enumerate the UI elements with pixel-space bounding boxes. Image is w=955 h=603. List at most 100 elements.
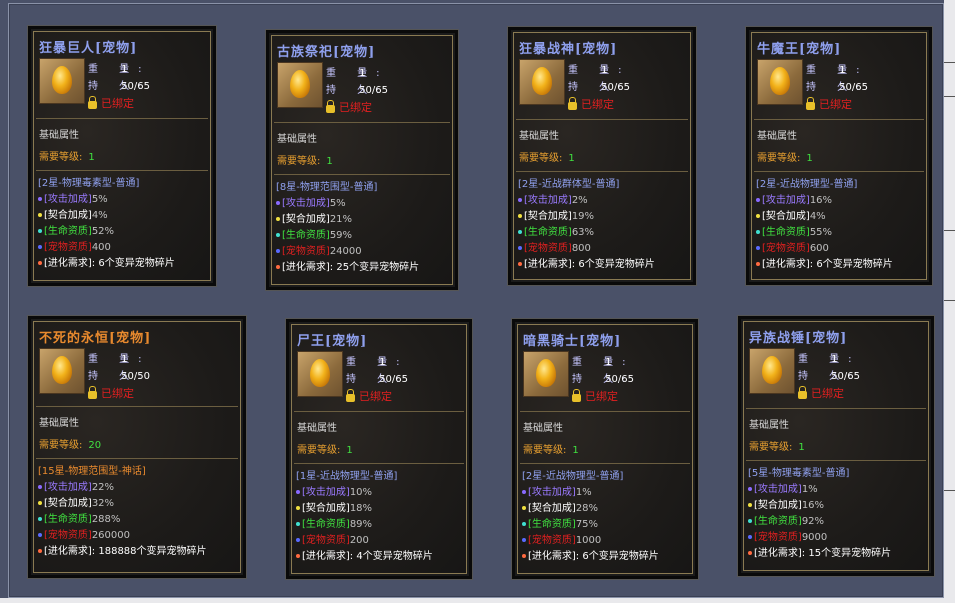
lock-icon — [806, 97, 815, 110]
lock-icon — [346, 389, 355, 402]
weight-value: 1 — [605, 357, 612, 368]
pet-type: [2星-近战物理型-普通] — [522, 471, 624, 482]
evolution-requirement: [进化需求]: 6个变异宠物碎片 — [38, 256, 175, 272]
durability-value: 50/65 — [601, 82, 631, 93]
pet-aptitude: [宠物资质]9000 — [748, 530, 891, 546]
item-stats: 重 量: 1 持 久: 50/65 已绑定 — [326, 65, 456, 116]
card-body: 古族祭祀[宠物] 重 量: 1 持 久: 50/65 已绑定 基础属性 需要等级… — [271, 35, 453, 285]
life-aptitude: [生命资质]89% — [296, 517, 433, 533]
attack-bonus: [攻击加成]5% — [38, 192, 175, 208]
durability-value: 50/65 — [379, 374, 409, 385]
divider — [754, 171, 924, 172]
card-body: 狂暴战神[宠物] 重 量: 1 持 久: 50/65 已绑定 基础属性 需要等级… — [513, 32, 691, 280]
divider — [36, 170, 208, 171]
attribute-list: [2星-近战物理型-普通] [攻击加成]1% [契合加成]28% [生命资质]7… — [522, 469, 659, 565]
base-attr-label: 基础属性 — [757, 131, 797, 142]
evolution-requirement: [进化需求]: 6个变异宠物碎片 — [522, 549, 659, 565]
pet-item-card[interactable]: 异族战锤[宠物] 重 量: 1 持 久: 50/65 已绑定 基础属性 需要等级… — [738, 316, 934, 576]
base-attr-label: 基础属性 — [519, 131, 559, 142]
weight-label: 重 量: — [88, 354, 151, 365]
item-stats: 重 量: 1 持 久: 50/50 已绑定 — [88, 351, 218, 402]
durability-label: 持 久: — [806, 82, 869, 93]
pet-item-card[interactable]: 不死的永恒[宠物] 重 量: 1 持 久: 50/50 已绑定 基础属性 需要等… — [28, 316, 246, 578]
attribute-list: [8星-物理范围型-普通] [攻击加成]5% [契合加成]21% [生命资质]5… — [276, 180, 419, 276]
durability-value: 50/65 — [831, 371, 861, 382]
evolution-requirement: [进化需求]: 6个变异宠物碎片 — [756, 257, 893, 273]
attribute-list: [1星-近战物理型-普通] [攻击加成]10% [契合加成]18% [生命资质]… — [296, 469, 433, 565]
weight-label: 重 量: — [326, 68, 389, 79]
weight-label: 重 量: — [798, 354, 861, 365]
bullet-icon — [276, 249, 280, 253]
lock-icon — [568, 97, 577, 110]
durability-label: 持 久: — [572, 374, 635, 385]
bullet-icon — [756, 214, 760, 218]
bullet-icon — [276, 217, 280, 221]
weight-value: 1 — [379, 357, 386, 368]
pet-aptitude: [宠物资质]1000 — [522, 533, 659, 549]
egg-icon — [297, 351, 343, 397]
pet-item-card[interactable]: 尸王[宠物] 重 量: 1 持 久: 50/65 已绑定 基础属性 需要等级: 1… — [286, 319, 472, 579]
base-attr-label: 基础属性 — [39, 418, 79, 429]
weight-value: 1 — [121, 354, 128, 365]
weight-label: 重 量: — [88, 64, 151, 75]
pet-item-card[interactable]: 古族祭祀[宠物] 重 量: 1 持 久: 50/65 已绑定 基础属性 需要等级… — [266, 30, 458, 290]
divider — [754, 119, 924, 120]
bullet-icon — [748, 551, 752, 555]
item-stats: 重 量: 1 持 久: 50/65 已绑定 — [806, 62, 936, 113]
durability-label: 持 久: — [346, 374, 409, 385]
fit-bonus: [契合加成]32% — [38, 496, 207, 512]
durability-value: 50/65 — [839, 82, 869, 93]
divider — [520, 463, 690, 464]
bullet-icon — [518, 246, 522, 250]
card-body: 异族战锤[宠物] 重 量: 1 持 久: 50/65 已绑定 基础属性 需要等级… — [743, 321, 929, 571]
window-edge-right — [944, 0, 955, 603]
attribute-list: [15星-物理范围型-神话] [攻击加成]22% [契合加成]32% [生命资质… — [38, 464, 207, 560]
item-stats: 重 量: 1 持 久: 50/65 已绑定 — [346, 354, 476, 405]
egg-icon — [39, 348, 85, 394]
pet-item-card[interactable]: 狂暴巨人[宠物] 重 量: 1 持 久: 50/65 已绑定 基础属性 需要等级… — [28, 26, 216, 286]
item-stats: 重 量: 1 持 久: 50/65 已绑定 — [798, 351, 928, 402]
fit-bonus: [契合加成]4% — [756, 209, 893, 225]
base-attr-label: 基础属性 — [277, 134, 317, 145]
life-aptitude: [生命资质]63% — [518, 225, 655, 241]
life-aptitude: [生命资质]92% — [748, 514, 891, 530]
divider — [294, 411, 464, 412]
weight-label: 重 量: — [572, 357, 635, 368]
required-level-value: 1 — [88, 152, 95, 163]
attribute-list: [5星-物理毒素型-普通] [攻击加成]1% [契合加成]16% [生命资质]9… — [748, 466, 891, 562]
required-level-value: 1 — [572, 445, 579, 456]
bullet-icon — [38, 549, 42, 553]
durability-value: 50/50 — [121, 371, 151, 382]
pet-type: [2星-近战群体型-普通] — [518, 179, 620, 190]
divider — [746, 460, 926, 461]
pet-item-card[interactable]: 狂暴战神[宠物] 重 量: 1 持 久: 50/65 已绑定 基础属性 需要等级… — [508, 27, 696, 285]
attack-bonus: [攻击加成]2% — [518, 193, 655, 209]
life-aptitude: [生命资质]59% — [276, 228, 419, 244]
base-attr-label: 基础属性 — [749, 420, 789, 431]
durability-label: 持 久: — [326, 85, 389, 96]
egg-icon — [39, 58, 85, 104]
pet-type: [8星-物理范围型-普通] — [276, 182, 378, 193]
bullet-icon — [756, 262, 760, 266]
attack-bonus: [攻击加成]1% — [522, 485, 659, 501]
bullet-icon — [296, 506, 300, 510]
bullet-icon — [748, 503, 752, 507]
fit-bonus: [契合加成]18% — [296, 501, 433, 517]
divider — [36, 406, 238, 407]
durability-value: 50/65 — [121, 81, 151, 92]
divider — [516, 171, 688, 172]
bullet-icon — [756, 230, 760, 234]
pet-item-card[interactable]: 牛魔王[宠物] 重 量: 1 持 久: 50/65 已绑定 基础属性 需要等级:… — [746, 27, 932, 285]
required-level: 需要等级: 1 — [757, 153, 813, 164]
attribute-list: [2星-物理毒素型-普通] [攻击加成]5% [契合加成]4% [生命资质]52… — [38, 176, 175, 272]
pet-aptitude: [宠物资质]24000 — [276, 244, 419, 260]
life-aptitude: [生命资质]288% — [38, 512, 207, 528]
bullet-icon — [522, 506, 526, 510]
bullet-icon — [38, 261, 42, 265]
bullet-icon — [276, 201, 280, 205]
divider — [294, 463, 464, 464]
bullet-icon — [38, 245, 42, 249]
bound-status: 已绑定 — [88, 385, 218, 402]
pet-item-card[interactable]: 暗黑骑士[宠物] 重 量: 1 持 久: 50/65 已绑定 基础属性 需要等级… — [512, 319, 698, 579]
bullet-icon — [38, 533, 42, 537]
